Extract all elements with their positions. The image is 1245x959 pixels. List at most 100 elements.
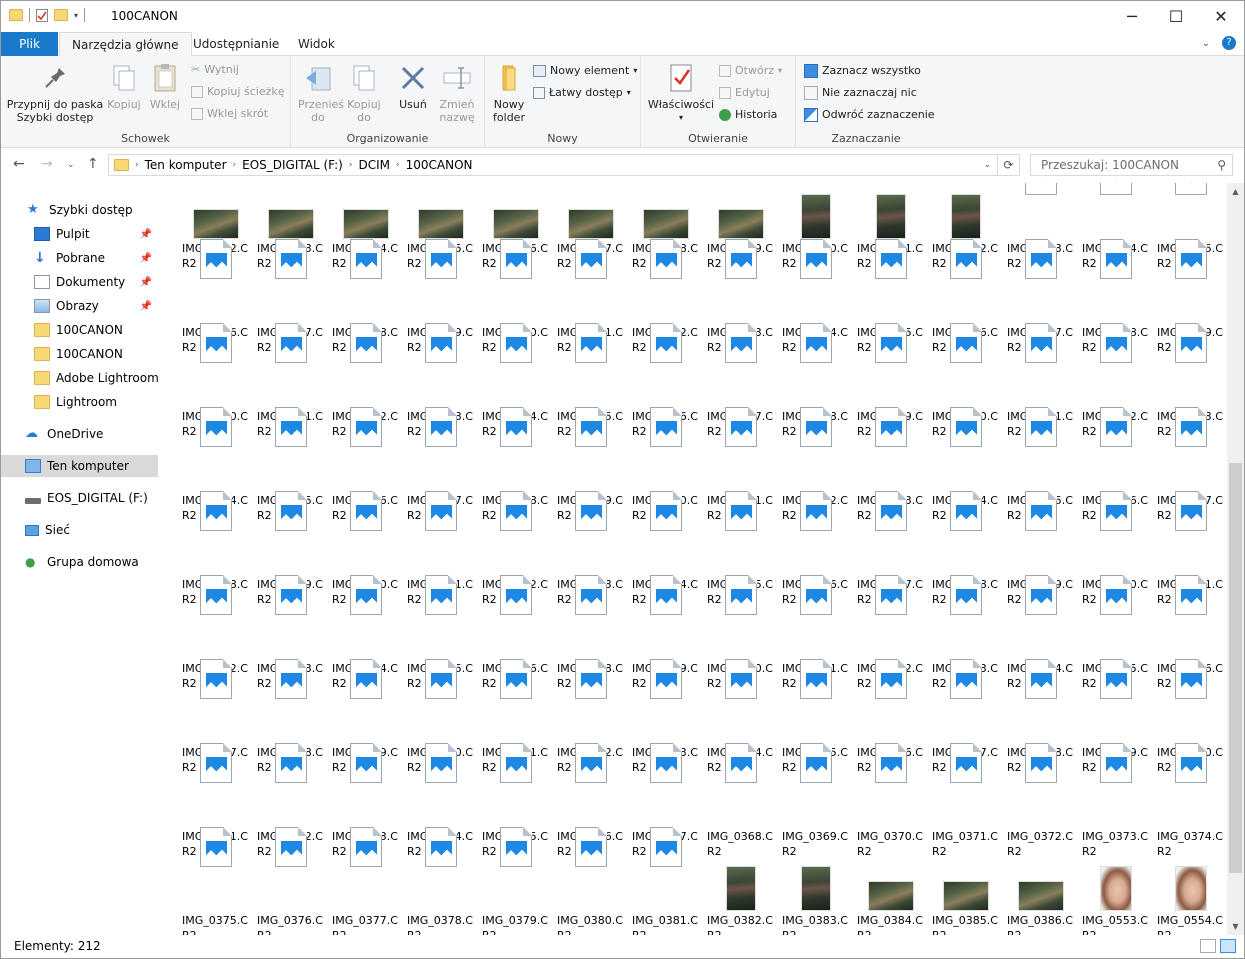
file-item[interactable]: IMG_0383.CR2 [778,861,853,935]
address-bar[interactable]: › Ten komputer › EOS_DIGITAL (F:) › DCIM… [108,154,998,176]
rename-button[interactable]: Zmień nazwę [435,62,479,124]
chevron-down-icon[interactable]: ⌄ [1202,38,1210,49]
nav-folder-adobe-lightroom[interactable]: Adobe Lightroom [1,367,159,389]
invert-selection-button[interactable]: Odwróć zaznaczenie [804,105,935,125]
image-file-icon [724,239,757,279]
file-item[interactable]: IMG_0378.CR2 [403,827,478,935]
nav-this-pc[interactable]: Ten komputer [1,455,158,477]
search-input[interactable]: Przeszukaj: 100CANON ⚲ [1030,154,1233,176]
breadcrumb-item[interactable]: 100CANON [400,158,479,172]
vertical-scrollbar[interactable]: ▲ ▼ [1227,183,1244,935]
group-organize: Przenieś do Kopiuj do Usuń Zmień nazwę O… [291,56,485,148]
image-file-icon [424,407,457,447]
navigation-bar: ← → ⌄ ↑ › Ten komputer › EOS_DIGITAL (F:… [1,149,1244,181]
chevron-down-icon[interactable]: ⌄ [983,160,991,170]
new-folder-icon[interactable] [54,9,68,21]
forward-arrow-icon[interactable]: → [41,156,53,172]
tab-view[interactable]: Widok [286,32,347,56]
folder-icon [114,159,129,171]
file-item[interactable]: IMG_0369.CR2 [778,743,853,861]
file-item[interactable]: IMG_0381.CR2 [628,827,703,935]
pin-icon[interactable]: 📌 [140,277,152,288]
scroll-up-arrow-icon[interactable]: ▲ [1227,183,1244,200]
copy-path-button[interactable]: Kopiuj ścieżkę [191,82,284,102]
delete-button[interactable]: Usuń [393,62,433,111]
nav-folder-lightroom[interactable]: Lightroom [1,391,158,413]
file-item[interactable]: IMG_0553.CR2 [1078,861,1153,935]
chevron-down-icon[interactable]: ⌄ [67,160,75,170]
group-label: Zaznaczanie [831,132,901,145]
image-file-icon [949,323,982,363]
nav-onedrive[interactable]: ☁ OneDrive [1,423,158,445]
breadcrumb-item[interactable]: Ten komputer [139,158,233,172]
file-item[interactable]: IMG_0385.CR2 [928,861,1003,935]
select-all-button[interactable]: Zaznacz wszystko [804,61,921,81]
file-item[interactable]: IMG_0375.CR2 [178,827,253,935]
cut-button[interactable]: ✂ Wytnij [191,60,239,80]
file-item[interactable]: IMG_0373.CR2 [1078,743,1153,861]
pin-icon[interactable]: 📌 [140,301,152,312]
tab-file[interactable]: Plik [1,32,58,56]
refresh-button[interactable]: ⟳ [998,154,1020,176]
file-item[interactable]: IMG_0382.CR2 [703,861,778,935]
nav-pictures[interactable]: Obrazy 📌 [1,295,158,317]
scroll-down-arrow-icon[interactable]: ▼ [1227,918,1244,935]
select-none-button[interactable]: Nie zaznaczaj nic [804,83,917,103]
file-item[interactable]: IMG_0377.CR2 [328,827,403,935]
minimize-button[interactable]: ─ [1109,1,1155,32]
properties-icon[interactable] [36,8,48,22]
file-item[interactable]: IMG_0386.CR2 [1003,861,1078,935]
nav-downloads[interactable]: ↓ Pobrane 📌 [1,247,158,269]
chevron-down-icon[interactable]: ▾ [74,11,78,20]
paste-button[interactable]: Wklej [145,62,185,111]
file-item[interactable]: IMG_0379.CR2 [478,827,553,935]
edit-button[interactable]: Edytuj [719,83,770,103]
open-button[interactable]: Otwórz ▾ [719,61,782,81]
nav-homegroup[interactable]: ● Grupa domowa [1,551,158,573]
file-item[interactable]: IMG_0371.CR2 [928,743,1003,861]
file-item[interactable]: IMG_0554.CR2 [1153,861,1225,935]
large-icons-view-icon[interactable] [1220,939,1236,953]
new-folder-button[interactable]: Nowy folder [487,62,531,124]
details-view-icon[interactable] [1200,939,1216,953]
help-icon[interactable]: ? [1222,36,1236,50]
folder-icon[interactable] [9,9,23,21]
back-arrow-icon[interactable]: ← [13,156,25,172]
easy-access-button[interactable]: Łatwy dostęp ▾ [533,83,631,103]
pin-icon[interactable]: 📌 [140,253,152,264]
tab-share[interactable]: Udostępnianie [181,32,291,56]
paste-shortcut-button[interactable]: Wklej skrót [191,104,268,124]
copy-to-button[interactable]: Kopiuj do [343,62,385,124]
move-to-button[interactable]: Przenieś do [295,62,344,124]
file-item[interactable]: IMG_0370.CR2 [853,743,928,861]
breadcrumb-item[interactable]: DCIM [352,158,396,172]
nav-drive[interactable]: EOS_DIGITAL (F:) [1,487,158,509]
nav-quick-access[interactable]: ★ Szybki dostęp [1,199,158,221]
new-item-button[interactable]: Nowy element ▾ [533,61,637,81]
image-file-icon [349,323,382,363]
file-item[interactable]: IMG_0368.CR2 [703,743,778,861]
pin-button[interactable]: Przypnij do paska Szybki dostęp [5,62,105,124]
pin-icon[interactable]: 📌 [140,229,152,240]
tab-home[interactable]: Narzędzia główne [59,32,192,57]
file-item[interactable]: IMG_0374.CR2 [1153,743,1225,861]
nav-folder-100canon[interactable]: 100CANON [1,319,158,341]
file-name: IMG_0374.CR2 [1157,830,1223,858]
close-button[interactable]: ✕ [1198,1,1244,32]
nav-documents[interactable]: Dokumenty 📌 [1,271,158,293]
maximize-button[interactable]: ☐ [1153,1,1199,32]
nav-network[interactable]: Sieć [1,519,158,541]
properties-button[interactable]: Właściwości ▾ [645,62,717,124]
copy-button[interactable]: Kopiuj [105,62,143,111]
file-item[interactable]: IMG_0384.CR2 [853,861,928,935]
file-item[interactable]: IMG_0376.CR2 [253,827,328,935]
history-button[interactable]: Historia [719,105,777,125]
up-arrow-icon[interactable]: ↑ [87,156,99,172]
file-item[interactable]: IMG_0380.CR2 [553,827,628,935]
nav-desktop[interactable]: Pulpit 📌 [1,223,158,245]
breadcrumb-item[interactable]: EOS_DIGITAL (F:) [236,158,349,172]
file-item[interactable]: IMG_0372.CR2 [1003,743,1078,861]
nav-folder-100canon[interactable]: 100CANON [1,343,158,365]
new-item-label: Nowy element [550,64,630,77]
scrollbar-thumb[interactable] [1229,463,1242,873]
